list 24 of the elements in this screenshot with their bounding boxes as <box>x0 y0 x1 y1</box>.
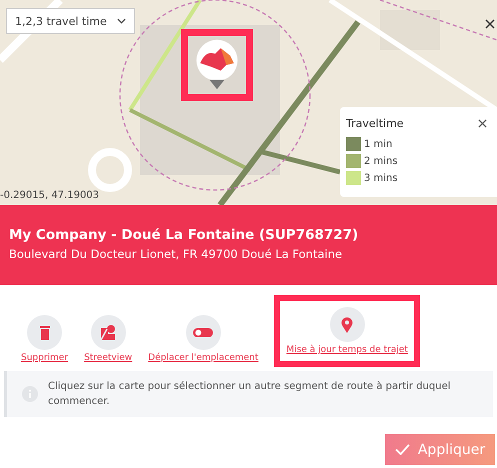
legend-label: 2 mins <box>364 156 398 166</box>
check-icon <box>394 444 410 455</box>
close-icon[interactable] <box>478 119 487 128</box>
icon-circle[interactable] <box>27 315 62 350</box>
info-text: Cliquez sur la carte pour sélectionner un autre segment de route à partir duquel commencer. <box>48 380 452 409</box>
legend-title: Traveltime <box>346 117 404 130</box>
location-title: My Company - Doué La Fontaine (SUP768727) <box>9 227 360 243</box>
chevron-down-icon <box>116 18 126 24</box>
action-link[interactable]: Streetview <box>84 353 132 363</box>
travel-time-dropdown[interactable]: 1,2,3 travel time <box>6 8 135 34</box>
icon-circle[interactable] <box>186 315 221 350</box>
icon-circle[interactable] <box>330 307 365 342</box>
icon-circle[interactable] <box>90 315 126 350</box>
legend-label: 1 min <box>364 138 392 150</box>
apply-button[interactable]: Appliquer <box>385 434 495 465</box>
action-link[interactable]: Mise à jour temps de trajet <box>286 345 408 355</box>
close-icon[interactable] <box>485 19 495 29</box>
info-icon <box>22 386 38 402</box>
toggle-icon <box>193 328 214 338</box>
coordinates-text: -0.29015, 47.19003 <box>0 190 100 201</box>
action-link[interactable]: Supprimer <box>21 353 68 363</box>
legend-label: 3 mins <box>364 172 398 184</box>
action-link[interactable]: Déplacer l'emplacement <box>148 353 258 363</box>
location-address: Boulevard Du Docteur Lionet, FR 49700 Doué La Fontaine <box>9 247 344 261</box>
